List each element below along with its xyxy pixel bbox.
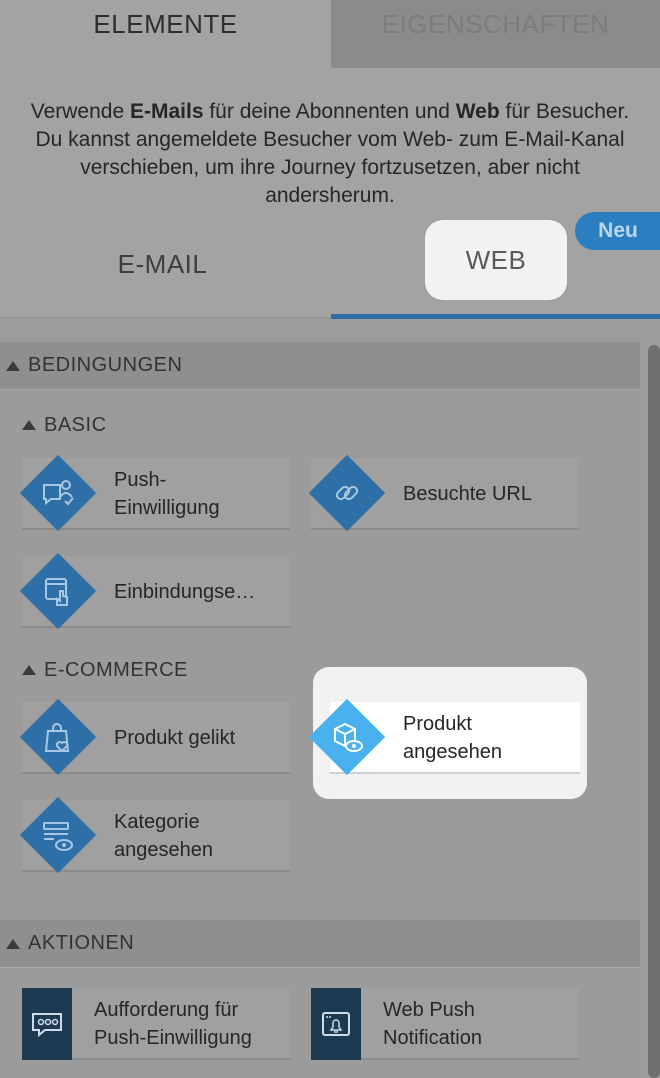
card-label: Besuchte URL bbox=[403, 483, 532, 505]
chat-person-check-icon bbox=[43, 480, 74, 506]
shopping-bag-heart-icon bbox=[44, 723, 70, 753]
list-eye-icon bbox=[43, 822, 73, 851]
chat-dots-icon bbox=[32, 1013, 62, 1038]
box-eye-icon bbox=[334, 722, 363, 752]
card-label: Einbindungse… bbox=[114, 581, 256, 603]
card-label: Push- Einwilligung bbox=[114, 469, 220, 519]
link-icon bbox=[335, 485, 359, 501]
subsection-title: E-COMMERCE bbox=[44, 658, 188, 681]
action-icon-box bbox=[311, 988, 361, 1060]
card-label: Kategorie angesehen bbox=[114, 811, 213, 861]
subsection-header-ecommerce[interactable]: E-COMMERCE bbox=[22, 655, 188, 685]
intro-text-part: für deine Abonnenten und bbox=[203, 100, 456, 123]
collapse-triangle-icon bbox=[6, 360, 20, 371]
top-tabs: ELEMENTE EIGENSCHAFTEN bbox=[0, 0, 660, 68]
section-header-actions[interactable]: AKTIONEN bbox=[0, 920, 640, 968]
subsection-header-basic[interactable]: BASIC bbox=[22, 410, 107, 440]
action-web-push-notification[interactable]: Web Push Notification bbox=[311, 988, 579, 1060]
web-tab-underline bbox=[331, 314, 660, 319]
touch-screen-icon bbox=[45, 578, 68, 606]
tab-properties[interactable]: EIGENSCHAFTEN bbox=[331, 0, 660, 68]
section-title: AKTIONEN bbox=[28, 932, 135, 954]
channel-tab-web[interactable]: WEB bbox=[425, 220, 567, 300]
section-header-conditions[interactable]: BEDINGUNGEN bbox=[0, 342, 640, 390]
card-label: Produkt gelikt bbox=[114, 727, 236, 749]
card-label: Produkt angesehen bbox=[403, 713, 502, 763]
panel-scrollbar[interactable] bbox=[648, 345, 660, 1078]
action-label: Aufforderung für Push-Einwilligung bbox=[94, 999, 252, 1049]
subsection-title: BASIC bbox=[44, 413, 107, 436]
action-push-consent-request[interactable]: Aufforderung für Push-Einwilligung bbox=[22, 988, 290, 1060]
intro-text-bold-email: E-Mails bbox=[129, 100, 204, 123]
intro-text-bold-web: Web bbox=[455, 100, 500, 123]
tab-elements[interactable]: ELEMENTE bbox=[0, 0, 331, 68]
collapse-triangle-icon bbox=[6, 938, 20, 949]
intro-text-part: Verwende bbox=[30, 100, 130, 123]
action-icon-box bbox=[22, 988, 72, 1060]
channel-divider bbox=[0, 317, 331, 318]
action-label: Web Push Notification bbox=[383, 999, 482, 1049]
collapse-triangle-icon bbox=[22, 665, 36, 675]
channel-tab-email[interactable]: E-MAIL bbox=[0, 230, 325, 298]
browser-bell-icon bbox=[322, 1012, 350, 1036]
new-badge: Neu bbox=[575, 212, 660, 250]
section-title: BEDINGUNGEN bbox=[28, 354, 183, 376]
intro-text: Verwende E-Mails für deine Abonnenten un… bbox=[20, 98, 640, 210]
collapse-triangle-icon bbox=[22, 420, 36, 430]
